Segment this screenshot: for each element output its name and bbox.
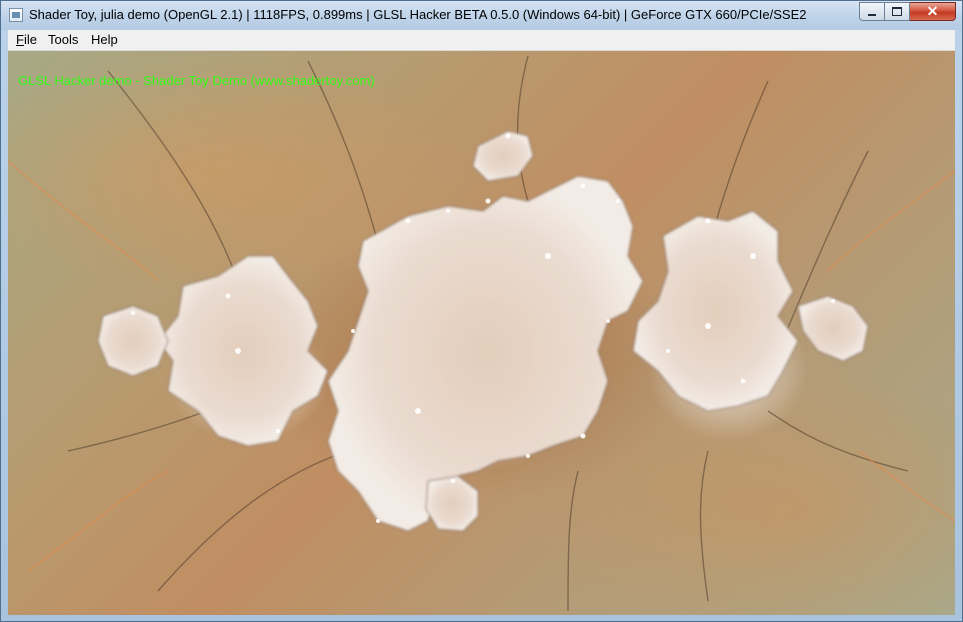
menu-file[interactable]: File: [16, 32, 37, 47]
caption-buttons: ✕: [859, 2, 956, 22]
minimize-icon: [868, 13, 876, 16]
minimize-button[interactable]: [859, 2, 885, 21]
app-window: Shader Toy, julia demo (OpenGL 2.1) | 11…: [0, 0, 963, 622]
menu-tools[interactable]: Tools: [48, 32, 78, 47]
julia-fractal-render: [8, 55, 955, 612]
window-title: Shader Toy, julia demo (OpenGL 2.1) | 11…: [29, 7, 807, 22]
title-bar[interactable]: Shader Toy, julia demo (OpenGL 2.1) | 11…: [1, 1, 962, 30]
render-viewport[interactable]: GLSL Hacker demo - Shader Toy Demo (www.…: [8, 51, 955, 615]
maximize-icon: [892, 7, 902, 16]
app-window-icon[interactable]: [9, 8, 23, 22]
menu-help[interactable]: Help: [91, 32, 118, 47]
maximize-button[interactable]: [885, 2, 910, 21]
menu-bar: File Tools Help: [8, 30, 955, 51]
overlay-caption: GLSL Hacker demo - Shader Toy Demo (www.…: [18, 73, 375, 88]
close-button[interactable]: ✕: [910, 2, 956, 21]
close-icon: ✕: [926, 3, 939, 19]
